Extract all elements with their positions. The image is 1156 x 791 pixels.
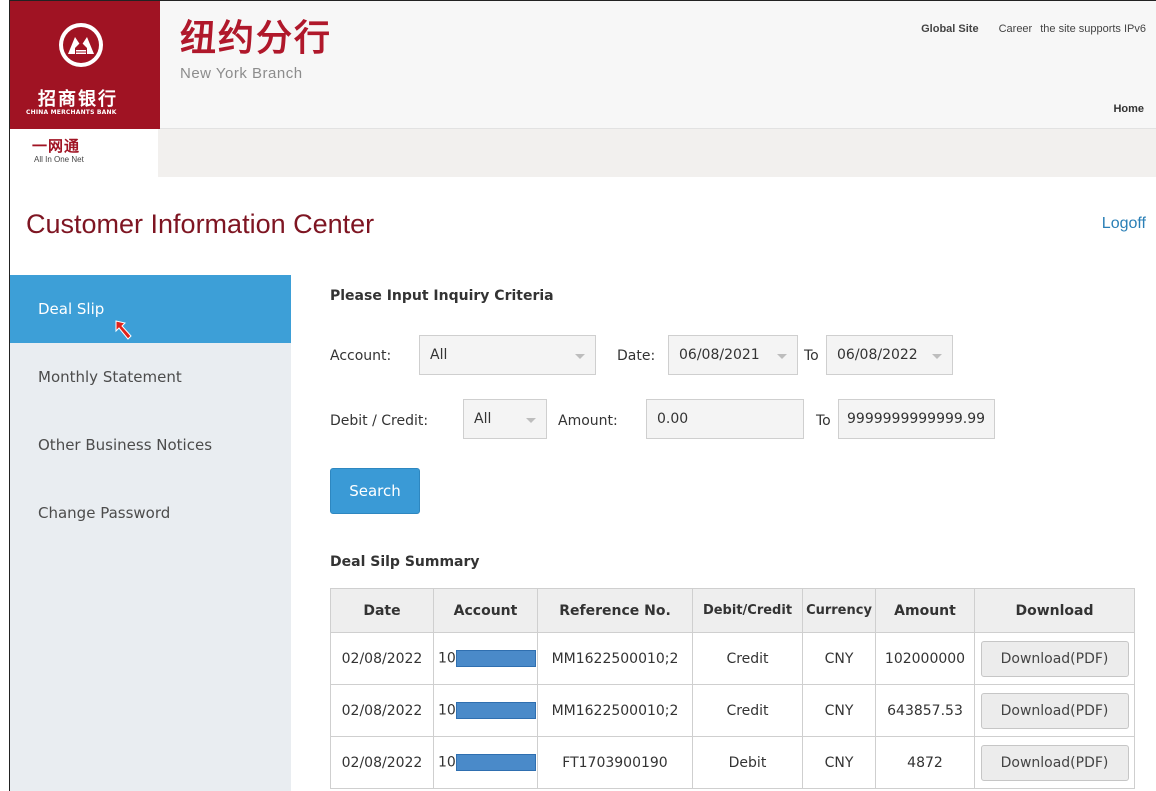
bank-name-en: CHINA MERCHANTS BANK: [26, 109, 117, 116]
sidebar-item-label: Other Business Notices: [38, 436, 213, 454]
cell-download: Download(PDF): [974, 684, 1135, 737]
date-to-value: 06/08/2022: [837, 347, 918, 363]
amount-to-value: 9999999999999.99: [847, 411, 986, 427]
deal-slip-table: Date Account Reference No. Debit/Credit …: [330, 588, 1135, 789]
all-in-one-net-tab[interactable]: 一网通 All In One Net: [10, 129, 158, 177]
cell-debit-credit: Debit: [692, 736, 803, 789]
page-title: Customer Information Center: [26, 209, 375, 239]
sidebar-item-monthly-statement[interactable]: Monthly Statement: [10, 343, 291, 411]
ipv6-note: the site supports IPv6: [1040, 23, 1146, 35]
debit-credit-label: Debit / Credit:: [330, 413, 429, 429]
debit-credit-value: All: [474, 411, 492, 427]
sidebar-item-label: Monthly Statement: [38, 368, 182, 386]
home-link[interactable]: Home: [1113, 103, 1144, 115]
cell-debit-credit: Credit: [692, 632, 803, 685]
download-pdf-button[interactable]: Download(PDF): [980, 640, 1129, 677]
download-pdf-button[interactable]: Download(PDF): [980, 692, 1129, 729]
top-links: Global Site Career the site supports IPv…: [921, 23, 1146, 35]
aion-label-en: All In One Net: [34, 155, 84, 164]
sub-header: 一网通 All In One Net: [10, 129, 1156, 177]
col-header-reference: Reference No.: [537, 588, 693, 633]
branch-name-cn: 纽约分行: [180, 18, 333, 59]
cell-account: 10: [433, 632, 538, 685]
col-header-download: Download: [974, 588, 1135, 633]
sidebar-item-label: Change Password: [38, 504, 171, 522]
download-pdf-button[interactable]: Download(PDF): [980, 744, 1129, 781]
bank-logo[interactable]: 招商银行 CHINA MERCHANTS BANK: [10, 1, 160, 129]
cell-reference: FT1703900190: [537, 736, 693, 789]
cell-reference: MM1622500010;2: [537, 632, 693, 685]
col-header-account: Account: [433, 588, 538, 633]
sidebar-item-deal-slip[interactable]: Deal Slip: [10, 275, 291, 343]
col-header-debit-credit: Debit/Credit: [692, 588, 803, 633]
cell-amount: 643857.53: [875, 684, 975, 737]
date-from-value: 06/08/2021: [679, 347, 760, 363]
branch-name-en: New York Branch: [180, 65, 303, 82]
col-header-currency: Currency: [802, 588, 876, 633]
account-select[interactable]: All: [419, 335, 596, 375]
table-row: 02/08/2022 10 FT1703900190 Debit CNY 487…: [330, 736, 1135, 789]
amount-to-input[interactable]: 9999999999999.99: [838, 399, 995, 439]
cell-amount: 102000000: [875, 632, 975, 685]
cmb-logo-icon: [59, 23, 103, 67]
cell-currency: CNY: [802, 684, 876, 737]
cell-debit-credit: Credit: [692, 684, 803, 737]
chevron-down-icon: [526, 418, 536, 423]
cell-currency: CNY: [802, 736, 876, 789]
cell-download: Download(PDF): [974, 736, 1135, 789]
redaction-mask: [455, 650, 536, 667]
bank-name-cn: 招商银行: [38, 89, 118, 110]
redaction-mask: [455, 702, 536, 719]
cell-download: Download(PDF): [974, 632, 1135, 685]
site-header: 招商银行 CHINA MERCHANTS BANK 纽约分行 New York …: [10, 1, 1156, 129]
cell-currency: CNY: [802, 632, 876, 685]
date-label: Date:: [617, 348, 656, 364]
logoff-link[interactable]: Logoff: [1102, 215, 1146, 233]
cell-date: 02/08/2022: [330, 632, 434, 685]
col-header-date: Date: [330, 588, 434, 633]
col-header-amount: Amount: [875, 588, 975, 633]
sidebar-item-label: Deal Slip: [38, 300, 105, 318]
global-site-link[interactable]: Global Site: [921, 23, 978, 35]
amount-to-label: To: [816, 413, 831, 429]
career-link[interactable]: Career: [999, 23, 1033, 35]
sidebar: Deal Slip Monthly Statement Other Busine…: [10, 275, 291, 791]
chevron-down-icon: [575, 354, 585, 359]
cell-date: 02/08/2022: [330, 684, 434, 737]
page-frame: 招商银行 CHINA MERCHANTS BANK 纽约分行 New York …: [9, 0, 1156, 791]
cell-date: 02/08/2022: [330, 736, 434, 789]
account-select-value: All: [430, 347, 448, 363]
cell-account: 10: [433, 736, 538, 789]
cursor-arrow-icon: [115, 320, 132, 340]
amount-from-input[interactable]: 0.00: [646, 399, 804, 439]
date-to-label: To: [804, 348, 819, 364]
account-prefix: 10: [438, 702, 456, 719]
date-from-select[interactable]: 06/08/2021: [668, 335, 798, 375]
cell-reference: MM1622500010;2: [537, 684, 693, 737]
sidebar-item-other-business-notices[interactable]: Other Business Notices: [10, 411, 291, 479]
cell-account: 10: [433, 684, 538, 737]
date-to-select[interactable]: 06/08/2022: [826, 335, 953, 375]
chevron-down-icon: [932, 354, 942, 359]
aion-label-cn: 一网通: [32, 137, 81, 155]
summary-title: Deal Silp Summary: [330, 554, 480, 570]
account-prefix: 10: [438, 650, 456, 667]
redaction-mask: [455, 754, 536, 771]
table-row: 02/08/2022 10 MM1622500010;2 Credit CNY …: [330, 632, 1135, 685]
debit-credit-select[interactable]: All: [463, 399, 547, 439]
amount-label: Amount:: [558, 413, 618, 429]
search-button[interactable]: Search: [330, 468, 420, 514]
cell-amount: 4872: [875, 736, 975, 789]
table-row: 02/08/2022 10 MM1622500010;2 Credit CNY …: [330, 684, 1135, 737]
table-header-row: Date Account Reference No. Debit/Credit …: [330, 588, 1135, 633]
main-content: Please Input Inquiry Criteria Account: A…: [291, 275, 1156, 791]
chevron-down-icon: [777, 354, 787, 359]
account-prefix: 10: [438, 754, 456, 771]
sidebar-item-change-password[interactable]: Change Password: [10, 479, 291, 547]
criteria-title: Please Input Inquiry Criteria: [330, 288, 554, 304]
amount-from-value: 0.00: [657, 411, 689, 427]
account-label: Account:: [330, 348, 392, 364]
